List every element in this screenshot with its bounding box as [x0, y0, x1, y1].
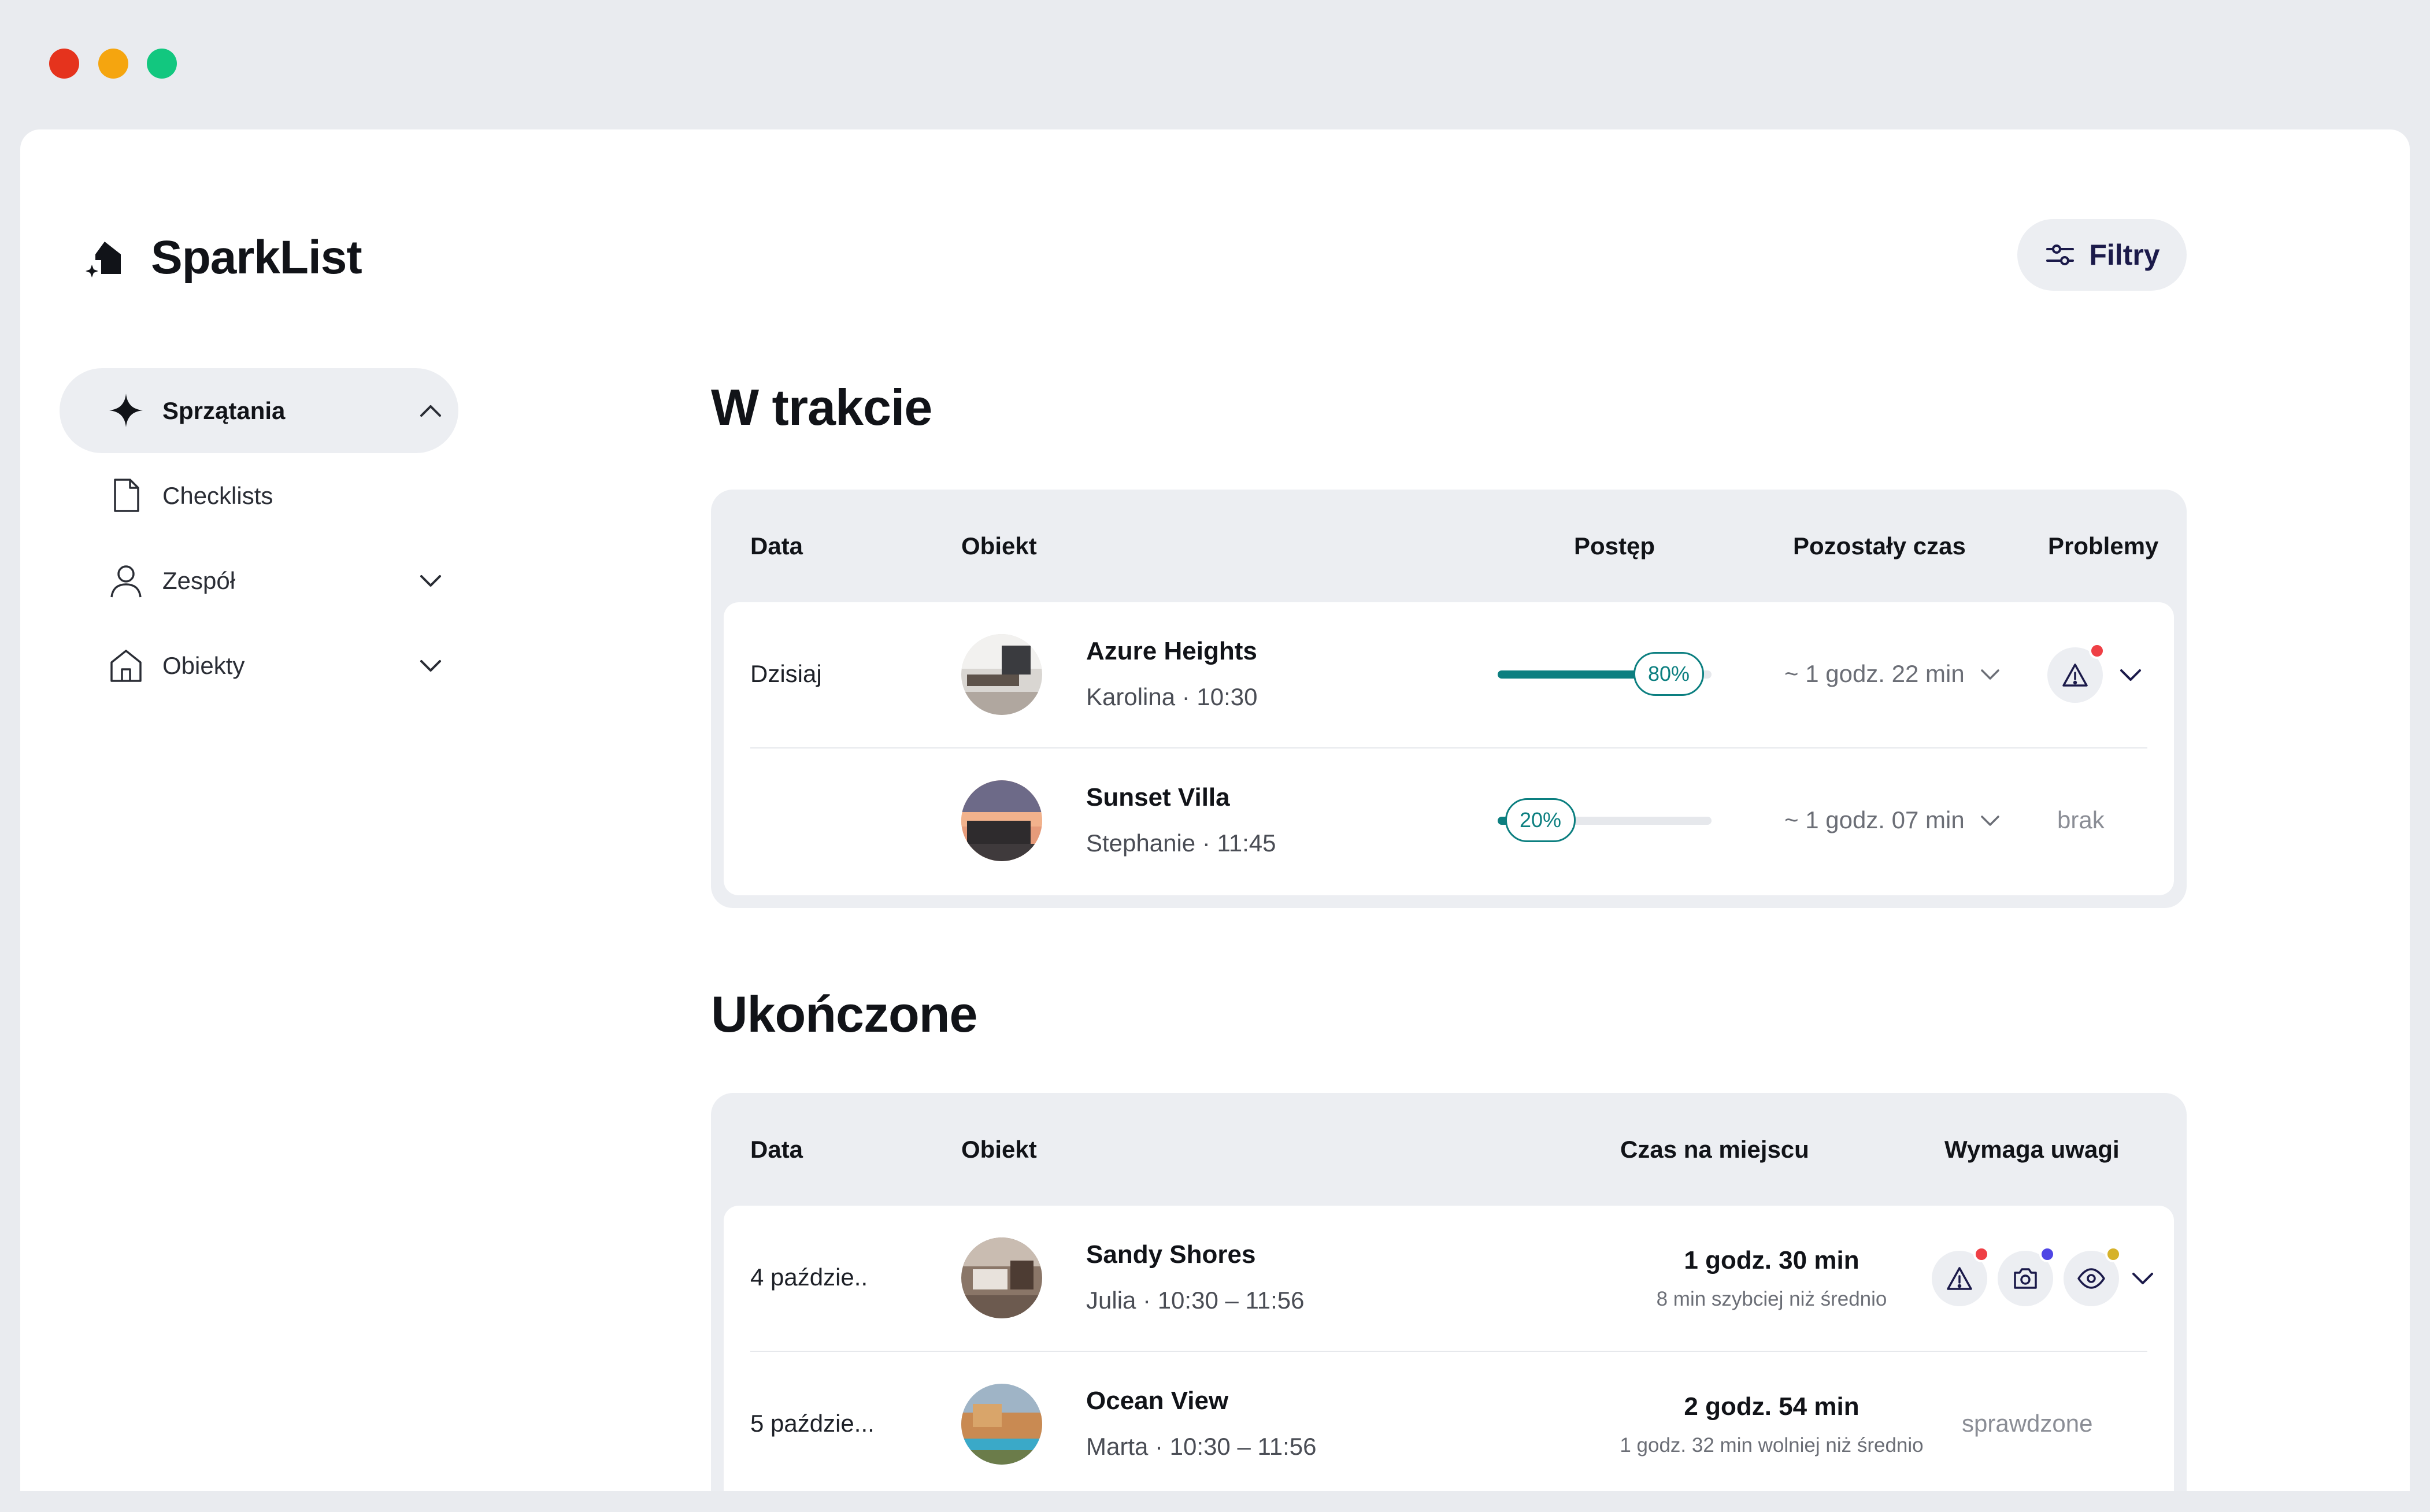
chevron-down-icon[interactable] — [2130, 1266, 2155, 1291]
column-date[interactable]: Data — [750, 490, 803, 602]
in-progress-table: Data Obiekt Postęp Pozostały czas Proble… — [711, 490, 2187, 908]
table-header: Data Obiekt Czas na miejscu Wymaga uwagi — [711, 1093, 2187, 1206]
progress-label: 20% — [1505, 798, 1576, 842]
app-window: SparkList Filtry Sprzątania Checklists Z… — [20, 129, 2410, 1491]
eye-icon — [2077, 1268, 2105, 1289]
property-thumbnail — [961, 1237, 1042, 1318]
alert-dot — [2105, 1246, 2121, 1262]
alert-dot — [2039, 1246, 2055, 1262]
column-remaining-time[interactable]: Pozostały czas — [1793, 490, 1966, 602]
property-name[interactable]: Sunset Villa — [1086, 783, 1230, 812]
attention-status: sprawdzone — [1962, 1410, 2093, 1437]
progress-bar: 80% — [1498, 652, 1712, 696]
column-onsite-time[interactable]: Czas na miejscu — [1620, 1093, 1809, 1206]
filter-label: Filtry — [2089, 239, 2160, 271]
issue-warning-button[interactable] — [2047, 643, 2105, 703]
property-thumbnail — [961, 634, 1042, 715]
remaining-time-value: ~ 1 godz. 22 min — [1784, 660, 1965, 687]
in-progress-title: W trakcie — [711, 379, 932, 436]
logo-icon — [86, 242, 121, 277]
user-icon — [110, 565, 142, 598]
remaining-time[interactable]: ~ 1 godz. 22 min — [1784, 660, 2002, 688]
issue-warning-button[interactable] — [1932, 1246, 1990, 1306]
sidebar-item-label: Zespół — [162, 566, 236, 594]
property-name[interactable]: Sandy Shores — [1086, 1240, 1255, 1269]
completed-table: Data Obiekt Czas na miejscu Wymaga uwagi… — [711, 1093, 2187, 1491]
column-needs-attention[interactable]: Wymaga uwagi — [1944, 1093, 2120, 1206]
remaining-time-value: ~ 1 godz. 07 min — [1784, 806, 1965, 833]
sidebar-item-cleanings[interactable]: Sprzątania — [60, 368, 458, 453]
cleaner-and-time: Julia · 10:30 – 11:56 — [1086, 1287, 1305, 1314]
table-row[interactable]: Dzisiaj Azure Heights Karolina · 10:30 8… — [724, 602, 2174, 747]
column-date[interactable]: Data — [750, 1093, 803, 1206]
onsite-duration: 2 godz. 54 min — [1684, 1392, 1859, 1421]
warning-icon — [1947, 1267, 1972, 1290]
duration-comparison: 8 min szybciej niż średnio — [1656, 1288, 1887, 1310]
table-row[interactable]: 4 paździe.. Sandy Shores Julia · 10:30 –… — [724, 1206, 2174, 1351]
chevron-down-icon[interactable] — [2118, 662, 2143, 688]
minimize-window-button[interactable] — [98, 49, 128, 79]
completed-title: Ukończone — [711, 985, 977, 1043]
photos-button[interactable] — [1998, 1246, 2055, 1306]
document-icon — [114, 479, 139, 512]
sidebar-nav: Sprzątania Checklists Zespół Obiekty — [60, 368, 458, 708]
issues-none: brak — [2057, 806, 2105, 833]
sliders-icon — [2046, 244, 2075, 265]
onsite-duration: 1 godz. 30 min — [1684, 1246, 1859, 1274]
window-titlebar — [0, 0, 2430, 129]
column-property[interactable]: Obiekt — [961, 1093, 1037, 1206]
chevron-down-icon — [1980, 816, 1999, 826]
sparkle-icon — [109, 394, 143, 427]
chevron-down-icon — [1980, 669, 1999, 680]
column-issues[interactable]: Problemy — [2048, 490, 2158, 602]
column-property[interactable]: Obiekt — [961, 490, 1037, 602]
remaining-time[interactable]: ~ 1 godz. 07 min — [1784, 806, 2002, 834]
alert-dot — [2089, 643, 2105, 659]
sidebar-item-label: Obiekty — [162, 651, 245, 679]
cleaner-and-time: Karolina · 10:30 — [1086, 683, 1258, 710]
progress-label: 80% — [1633, 652, 1704, 696]
filter-button[interactable]: Filtry — [2017, 219, 2187, 291]
table-header: Data Obiekt Postęp Pozostały czas Proble… — [711, 490, 2187, 602]
chevron-down-icon[interactable] — [418, 653, 443, 679]
duration-comparison: 1 godz. 32 min wolniej niż średnio — [1620, 1434, 1924, 1457]
chevron-down-icon[interactable] — [418, 568, 443, 594]
app-name: SparkList — [151, 231, 362, 284]
row-date: 4 paździe.. — [750, 1263, 868, 1291]
cleaner-and-time: Stephanie · 11:45 — [1086, 829, 1276, 857]
cleaner-and-time: Marta · 10:30 – 11:56 — [1086, 1433, 1317, 1460]
maximize-window-button[interactable] — [147, 49, 177, 79]
table-row[interactable]: 5 paździe... Ocean View Marta · 10:30 – … — [724, 1352, 2174, 1491]
sidebar-item-label: Sprzątania — [162, 396, 286, 424]
warning-icon — [2062, 664, 2088, 687]
chevron-up-icon[interactable] — [418, 398, 443, 424]
sidebar-item-label: Checklists — [162, 481, 273, 509]
sidebar-item-team[interactable]: Zespół — [60, 538, 458, 623]
progress-bar: 20% — [1498, 798, 1712, 842]
row-date: 5 paździe... — [750, 1410, 875, 1437]
property-name[interactable]: Ocean View — [1086, 1387, 1228, 1415]
review-button[interactable] — [2064, 1246, 2121, 1306]
home-icon — [110, 650, 142, 682]
property-thumbnail — [961, 780, 1042, 861]
table-body: Dzisiaj Azure Heights Karolina · 10:30 8… — [724, 602, 2174, 895]
table-body: 4 paździe.. Sandy Shores Julia · 10:30 –… — [724, 1206, 2174, 1491]
property-thumbnail — [961, 1384, 1042, 1465]
close-window-button[interactable] — [49, 49, 79, 79]
camera-icon — [2014, 1268, 2037, 1289]
column-progress[interactable]: Postęp — [1574, 490, 1655, 602]
app-logo[interactable]: SparkList — [84, 231, 362, 285]
property-name[interactable]: Azure Heights — [1086, 637, 1257, 666]
sidebar-item-checklists[interactable]: Checklists — [60, 453, 458, 538]
row-date: Dzisiaj — [750, 660, 822, 687]
alert-dot — [1973, 1246, 1990, 1262]
table-row[interactable]: Sunset Villa Stephanie · 11:45 20% ~ 1 g… — [724, 748, 2174, 894]
sidebar-item-properties[interactable]: Obiekty — [60, 623, 458, 708]
